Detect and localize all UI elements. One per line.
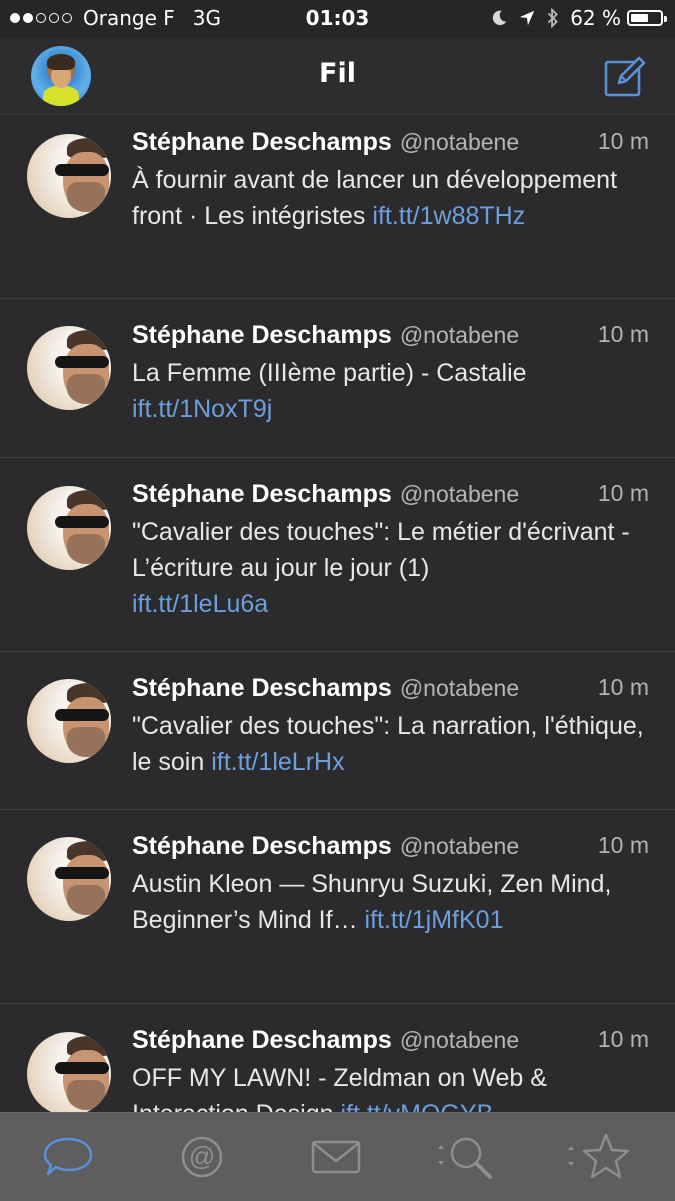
tweet-text: "Cavalier des touches": La narration, l'… (132, 708, 651, 780)
battery-icon (627, 10, 667, 26)
tweet-header: Stéphane Deschamps @notabene 10 m (132, 674, 649, 703)
at-sign-icon: @ (181, 1136, 223, 1178)
tweet-body: "Cavalier des touches": La narration, l'… (132, 712, 644, 776)
author-name[interactable]: Stéphane Deschamps (132, 128, 392, 156)
author-name[interactable]: Stéphane Deschamps (132, 832, 392, 860)
author-handle[interactable]: @notabene (400, 675, 519, 701)
tweet-text: OFF MY LAWN! - Zeldman on Web & Interact… (132, 1060, 651, 1112)
tweet-time: 10 m (597, 1026, 649, 1052)
tweet-text: Austin Kleon — Shunryu Suzuki, Zen Mind,… (132, 866, 651, 938)
author-handle[interactable]: @notabene (400, 322, 519, 348)
tab-bar: @ (0, 1112, 675, 1201)
tweet-link[interactable]: ift.tt/vMOGYB (340, 1100, 493, 1112)
tweet-time: 10 m (597, 480, 649, 506)
author-handle[interactable]: @notabene (400, 833, 519, 859)
author-name[interactable]: Stéphane Deschamps (132, 321, 392, 349)
navigation-bar: Fil (0, 38, 675, 115)
tweet-time: 10 m (597, 832, 649, 858)
tweet-header: Stéphane Deschamps @notabene 10 m (132, 480, 649, 509)
author-handle[interactable]: @notabene (400, 481, 519, 507)
tab-favorites[interactable] (566, 1131, 636, 1183)
tweet-item[interactable]: Stéphane Deschamps @notabene 10 m OFF MY … (0, 1004, 675, 1112)
tab-timeline[interactable] (38, 1131, 98, 1183)
star-icon (568, 1133, 630, 1179)
author-avatar[interactable] (27, 134, 111, 218)
author-name[interactable]: Stéphane Deschamps (132, 480, 392, 508)
tweet-header: Stéphane Deschamps @notabene 10 m (132, 832, 649, 861)
author-avatar[interactable] (27, 326, 111, 410)
tweet-item[interactable]: Stéphane Deschamps @notabene 10 m À fourn… (0, 115, 675, 299)
author-avatar[interactable] (27, 486, 111, 570)
tweet-item[interactable]: Stéphane Deschamps @notabene 10 m La Femm… (0, 299, 675, 458)
tab-mentions[interactable]: @ (172, 1131, 232, 1183)
tweet-time: 10 m (597, 321, 649, 347)
location-arrow-icon (519, 10, 535, 26)
tweet-body: "Cavalier des touches": Le métier d'écri… (132, 518, 630, 582)
search-icon (438, 1137, 492, 1179)
tweet-link[interactable]: ift.tt/1w88THz (372, 202, 525, 230)
status-right: 62 % (480, 6, 667, 30)
author-avatar[interactable] (27, 1032, 111, 1112)
tweet-text: La Femme (IIIème partie) - Castalie ift.… (132, 355, 651, 427)
tweet-header: Stéphane Deschamps @notabene 10 m (132, 128, 649, 157)
tweet-item[interactable]: Stéphane Deschamps @notabene 10 m Austin … (0, 810, 675, 1004)
tweet-link[interactable]: ift.tt/1leLrHx (211, 748, 344, 776)
tweet-time: 10 m (597, 128, 649, 154)
author-name[interactable]: Stéphane Deschamps (132, 674, 392, 702)
svg-text:@: @ (189, 1141, 215, 1171)
tweet-header: Stéphane Deschamps @notabene 10 m (132, 321, 649, 350)
tab-search[interactable] (432, 1131, 498, 1183)
tweet-text: À fournir avant de lancer un développeme… (132, 162, 651, 234)
tweet-body: La Femme (IIIème partie) - Castalie (132, 359, 527, 387)
author-avatar[interactable] (27, 837, 111, 921)
battery-percent: 62 % (570, 6, 621, 30)
tweet-text: "Cavalier des touches": Le métier d'écri… (132, 514, 651, 622)
tweet-item[interactable]: Stéphane Deschamps @notabene 10 m "Cavali… (0, 652, 675, 810)
status-bar: Orange F 3G 01:03 62 % (0, 0, 675, 38)
tweet-link[interactable]: ift.tt/1jMfK01 (365, 906, 504, 934)
envelope-icon (311, 1140, 361, 1174)
bluetooth-icon (547, 8, 559, 28)
timeline[interactable]: Stéphane Deschamps @notabene 10 m À fourn… (0, 115, 675, 1112)
moon-icon (493, 10, 507, 26)
tweet-link[interactable]: ift.tt/1NoxT9j (132, 395, 272, 423)
compose-icon[interactable] (603, 54, 647, 98)
tweet-time: 10 m (597, 674, 649, 700)
page-title: Fil (319, 58, 356, 89)
tweet-item[interactable]: Stéphane Deschamps @notabene 10 m "Cavali… (0, 458, 675, 652)
author-handle[interactable]: @notabene (400, 1027, 519, 1053)
tweet-link[interactable]: ift.tt/1leLu6a (132, 590, 268, 618)
tweet-header: Stéphane Deschamps @notabene 10 m (132, 1026, 649, 1055)
speech-bubble-icon (43, 1137, 93, 1176)
battery-level (631, 14, 648, 22)
author-handle[interactable]: @notabene (400, 129, 519, 155)
author-avatar[interactable] (27, 679, 111, 763)
author-name[interactable]: Stéphane Deschamps (132, 1026, 392, 1054)
tab-messages[interactable] (306, 1131, 366, 1183)
